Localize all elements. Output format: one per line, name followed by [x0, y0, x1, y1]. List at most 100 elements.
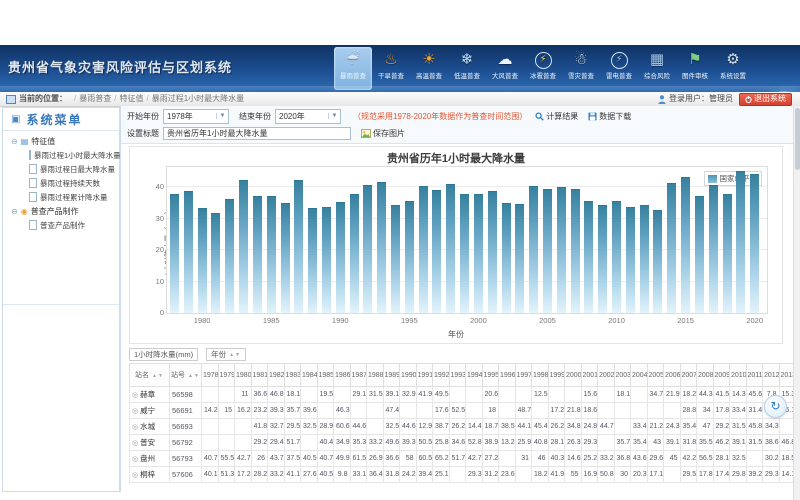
bar-2013	[653, 210, 662, 313]
year-column-header[interactable]: 1999	[548, 364, 565, 387]
year-column-header[interactable]: 1984	[301, 364, 318, 387]
year-column-header[interactable]: 1988	[367, 364, 384, 387]
station-name-cell[interactable]: ◎普安	[130, 435, 170, 451]
floating-service-widget[interactable]: ↻	[764, 395, 787, 418]
station-name-cell[interactable]: ◎桐梓	[130, 467, 170, 483]
radio-icon[interactable]: ◎	[132, 408, 138, 415]
toolbar-item-冰雹普查[interactable]: ⚡冰雹普查	[524, 47, 562, 90]
year-column-header[interactable]: 1980	[235, 364, 252, 387]
station-name-cell[interactable]: ◎盘州	[130, 451, 170, 467]
id-column-header[interactable]: 站号▲▼	[170, 364, 202, 387]
year-column-header[interactable]: 1983	[284, 364, 301, 387]
year-column-header[interactable]: 1982	[268, 364, 285, 387]
radio-icon[interactable]: ◎	[132, 456, 138, 463]
value-cell: 18.7	[482, 419, 499, 435]
year-column-header[interactable]: 1987	[350, 364, 367, 387]
breadcrumb-link[interactable]: 特征值	[119, 94, 143, 103]
year-column-header[interactable]: 2009	[713, 364, 730, 387]
save-image-button[interactable]: 保存图片	[361, 128, 405, 139]
year-column-header[interactable]: 1991	[416, 364, 433, 387]
year-column-header[interactable]: 2000	[565, 364, 582, 387]
year-column-header[interactable]: 2006	[664, 364, 681, 387]
toolbar-item-图件审核[interactable]: ⚑图件审核	[676, 47, 714, 90]
field-chip[interactable]: 1小时降水量(mm)	[129, 348, 198, 361]
year-column-header[interactable]: 1994	[466, 364, 483, 387]
sidebar-group-特征值[interactable]: ⊖▤特征值	[3, 134, 119, 148]
year-column-header[interactable]: 2008	[697, 364, 714, 387]
toolbar-item-综合风险[interactable]: ▦综合风险	[638, 47, 676, 90]
year-column-header[interactable]: 2007	[680, 364, 697, 387]
year-column-header[interactable]: 2003	[614, 364, 631, 387]
chevron-down-icon: ▼	[216, 113, 228, 119]
value-cell: 45.6	[746, 387, 763, 403]
sidebar-item-暴雨过程累计降水量[interactable]: 暴雨过程累计降水量	[3, 190, 119, 204]
year-column-header[interactable]: 1989	[383, 364, 400, 387]
calc-result-button[interactable]: 计算结果	[535, 111, 578, 122]
year-column-header[interactable]: 1981	[251, 364, 268, 387]
breadcrumb-link[interactable]: 暴雨过程1小时最大降水量	[152, 94, 244, 103]
bar-2018	[723, 194, 732, 313]
data-download-button[interactable]: 数据下载	[588, 111, 631, 122]
year-column-header[interactable]: 1996	[499, 364, 516, 387]
logout-button[interactable]: 退出系统	[739, 93, 792, 106]
year-column-header[interactable]: 2012	[763, 364, 780, 387]
value-cell: 28.2	[251, 467, 268, 483]
sidebar-item-普查产品制作[interactable]: 普查产品制作	[3, 218, 119, 232]
sidebar-item-暴雨过程1小时最大降水量[interactable]: 暴雨过程1小时最大降水量	[3, 148, 119, 162]
sort-arrows-icon[interactable]: ▲▼	[188, 373, 200, 379]
end-year-select[interactable]: 2020年 ▼	[275, 109, 341, 124]
breadcrumb-link[interactable]: 暴雨普查	[79, 94, 111, 103]
start-year-select[interactable]: 1978年 ▼	[163, 109, 229, 124]
x-tick-label: 2005	[539, 316, 556, 325]
scrollbar-thumb[interactable]	[795, 108, 800, 170]
year-column-header[interactable]: 2004	[631, 364, 648, 387]
year-column-header[interactable]: 2001	[581, 364, 598, 387]
year-column-header[interactable]: 1985	[317, 364, 334, 387]
sort-arrows-icon[interactable]: ▲▼	[152, 373, 164, 379]
value-cell: 35.4	[680, 419, 697, 435]
year-column-header[interactable]: 1995	[482, 364, 499, 387]
station-name-cell[interactable]: ◎赫章	[130, 387, 170, 403]
toolbar-item-低温普查[interactable]: ❄低温普查	[448, 47, 486, 90]
toolbar-item-干旱普查[interactable]: ♨干旱普查	[372, 47, 410, 90]
chart-title-input[interactable]	[163, 127, 351, 140]
year-column-header[interactable]: 1998	[532, 364, 549, 387]
tree-expander-icon[interactable]: ⊖	[11, 207, 18, 216]
year-column-header[interactable]: 1992	[433, 364, 450, 387]
year-column-header[interactable]: 1997	[515, 364, 532, 387]
toolbar-item-雪灾普查[interactable]: ☃雪灾普查	[562, 47, 600, 90]
year-column-header[interactable]: 2002	[598, 364, 615, 387]
value-cell: 28.1	[548, 435, 565, 451]
toolbar-item-系统设置[interactable]: ⚙系统设置	[714, 47, 752, 90]
year-sort-chip[interactable]: 年份 ▲▼	[206, 348, 246, 361]
station-name-cell[interactable]: ◎水城	[130, 419, 170, 435]
toolbar-item-暴雨普查[interactable]: ☔暴雨普查	[334, 47, 372, 90]
year-column-header[interactable]: 2005	[647, 364, 664, 387]
radio-icon[interactable]: ◎	[132, 440, 138, 447]
year-column-header[interactable]: 2013	[779, 364, 794, 387]
sidebar-group-普查产品制作[interactable]: ⊖◉普查产品制作	[3, 204, 119, 218]
toolbar-item-雷电普查[interactable]: ⚡雷电普查	[600, 47, 638, 90]
tree-expander-icon[interactable]: ⊖	[11, 137, 18, 146]
year-column-header[interactable]: 1978	[202, 364, 219, 387]
radio-icon[interactable]: ◎	[132, 392, 138, 399]
page-scrollbar[interactable]	[793, 106, 800, 500]
value-cell	[400, 403, 417, 419]
station-name-cell[interactable]: ◎威宁	[130, 403, 170, 419]
year-column-header[interactable]: 1990	[400, 364, 417, 387]
toolbar-item-label: 雪灾普查	[562, 73, 600, 81]
radio-icon[interactable]: ◎	[132, 424, 138, 431]
year-column-header[interactable]: 1986	[334, 364, 351, 387]
sidebar-item-暴雨过程持续天数[interactable]: 暴雨过程持续天数	[3, 176, 119, 190]
name-column-header[interactable]: 站名▲▼	[130, 364, 170, 387]
year-column-header[interactable]: 1979	[218, 364, 235, 387]
sidebar-item-暴雨过程日最大降水量[interactable]: 暴雨过程日最大降水量	[3, 162, 119, 176]
toolbar-item-大风普查[interactable]: ☁大风普查	[486, 47, 524, 90]
value-cell	[746, 451, 763, 467]
station-id-cell: 56691	[170, 403, 202, 419]
toolbar-item-高温普查[interactable]: ☀高温普查	[410, 47, 448, 90]
year-column-header[interactable]: 2011	[746, 364, 763, 387]
year-column-header[interactable]: 1993	[449, 364, 466, 387]
year-column-header[interactable]: 2010	[730, 364, 747, 387]
radio-icon[interactable]: ◎	[132, 472, 138, 479]
